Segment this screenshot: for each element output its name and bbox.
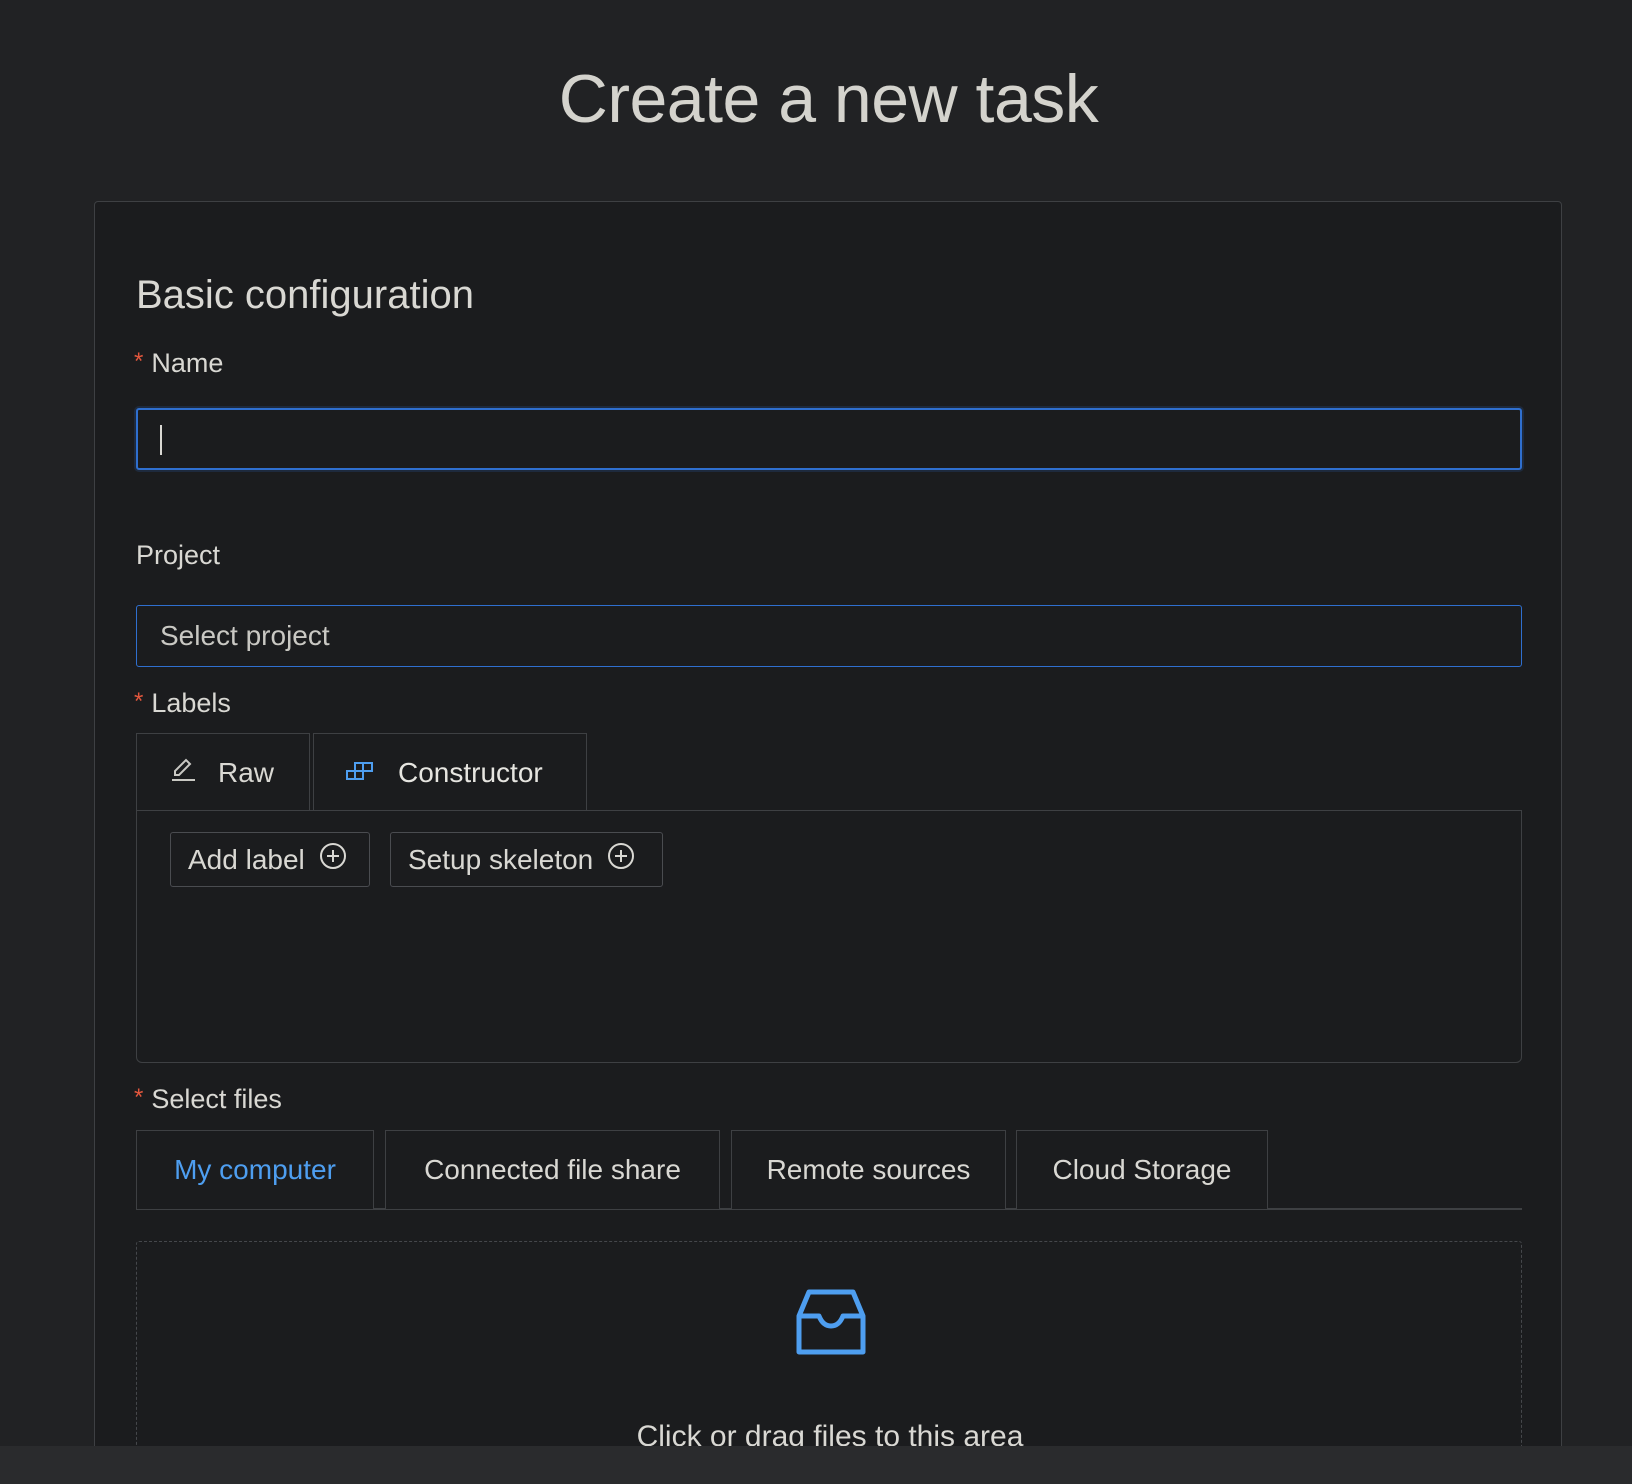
plus-circle-icon bbox=[319, 842, 347, 877]
labels-constructor-panel: Add label Setup skeleton bbox=[136, 810, 1522, 1063]
tab-constructor[interactable]: Constructor bbox=[313, 733, 587, 811]
setup-skeleton-button[interactable]: Setup skeleton bbox=[390, 832, 663, 887]
edit-icon bbox=[170, 756, 196, 789]
dropzone-text: Click or drag files to this area bbox=[636, 1420, 1024, 1446]
file-dropzone[interactable]: Click or drag files to this area bbox=[136, 1241, 1522, 1446]
files-label-text: Select files bbox=[151, 1084, 282, 1114]
required-mark: * bbox=[134, 348, 144, 375]
labels-field-label: * Labels bbox=[134, 688, 231, 719]
tab-raw[interactable]: Raw bbox=[136, 733, 310, 811]
page-viewport: Create a new task Basic configuration * N… bbox=[0, 0, 1632, 1446]
labels-label-text: Labels bbox=[151, 688, 231, 718]
tab-remote-sources[interactable]: Remote sources bbox=[731, 1130, 1006, 1209]
required-mark: * bbox=[134, 688, 144, 715]
section-title: Basic configuration bbox=[136, 273, 474, 317]
project-select[interactable]: Select project bbox=[136, 605, 1522, 667]
tab-cloud-storage[interactable]: Cloud Storage bbox=[1016, 1130, 1268, 1209]
tab-raw-label: Raw bbox=[218, 756, 275, 788]
text-caret bbox=[160, 425, 162, 455]
tab-constructor-label: Constructor bbox=[398, 756, 543, 788]
name-input[interactable] bbox=[136, 408, 1522, 470]
task-form-card: Basic configuration * Name Project Select… bbox=[94, 201, 1562, 1446]
files-field-label: * Select files bbox=[134, 1084, 282, 1115]
tab-connected-file-share[interactable]: Connected file share bbox=[385, 1130, 720, 1209]
project-select-placeholder: Select project bbox=[160, 620, 330, 651]
name-field-label: * Name bbox=[134, 348, 223, 379]
tab-my-computer[interactable]: My computer bbox=[136, 1130, 374, 1209]
name-label-text: Name bbox=[151, 348, 224, 378]
project-field-label: Project bbox=[136, 540, 221, 570]
add-label-button[interactable]: Add label bbox=[170, 832, 370, 887]
page-title: Create a new task bbox=[558, 61, 1099, 137]
blocks-icon bbox=[346, 757, 374, 789]
add-label-button-text: Add label bbox=[188, 843, 305, 875]
plus-circle-icon bbox=[607, 842, 635, 877]
setup-skeleton-button-text: Setup skeleton bbox=[408, 843, 594, 875]
required-mark: * bbox=[134, 1084, 144, 1111]
inbox-icon bbox=[795, 1286, 867, 1363]
bottom-strip bbox=[0, 1446, 1632, 1484]
